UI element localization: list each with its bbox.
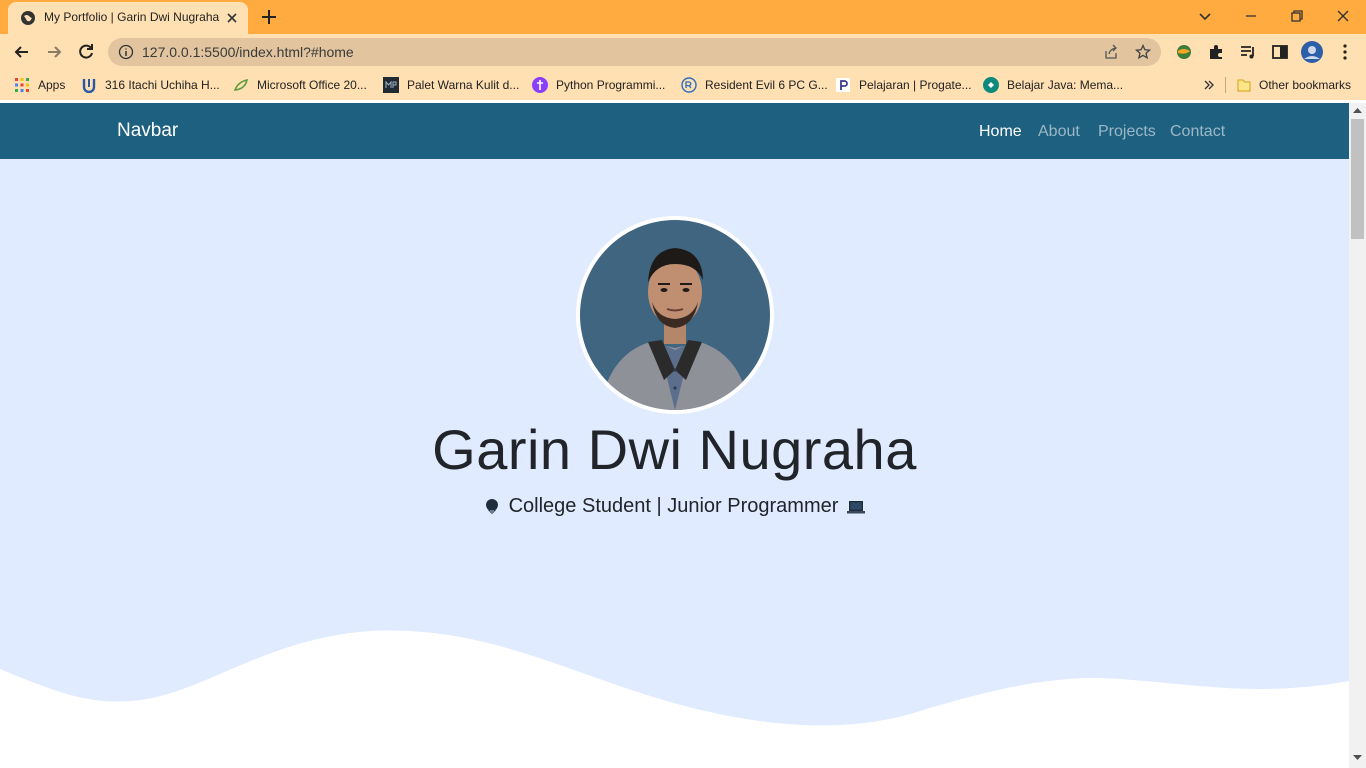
bookmark-itachi[interactable]: 316 Itachi Uchiha H...: [81, 76, 220, 94]
bookmark-palet-warna[interactable]: Palet Warna Kulit d...: [383, 76, 519, 94]
extension-globe-icon[interactable]: [1174, 42, 1194, 62]
mp-logo-icon: [383, 77, 399, 93]
hero-name: Garin Dwi Nugraha: [432, 418, 917, 481]
minimize-icon[interactable]: [1241, 6, 1261, 26]
tab-search-chevron-icon[interactable]: [1195, 6, 1215, 26]
bookmark-microsoft-office[interactable]: Microsoft Office 20...: [233, 76, 367, 94]
graduate-icon: [485, 498, 498, 514]
profile-photo: [576, 216, 774, 414]
progate-logo-icon: [836, 78, 850, 92]
forward-arrow-icon[interactable]: [44, 42, 64, 62]
page-viewport: Navbar Home About Projects Contact Garin…: [0, 103, 1349, 768]
java-logo-icon: [983, 77, 999, 93]
active-tab[interactable]: My Portfolio | Garin Dwi Nugraha: [8, 2, 248, 34]
bookmark-resident-evil[interactable]: Resident Evil 6 PC G...: [681, 76, 828, 94]
puzzle-extensions-icon[interactable]: [1206, 42, 1226, 62]
media-queue-icon[interactable]: [1238, 42, 1258, 62]
bookmark-other[interactable]: Other bookmarks: [1236, 76, 1351, 94]
bookmarks-bar: Apps 316 Itachi Uchiha H... Microsoft Of…: [0, 70, 1366, 100]
back-arrow-icon[interactable]: [12, 42, 32, 62]
browser-toolbar: 127.0.0.1:5500/index.html?#home: [0, 34, 1366, 70]
browser-tab-strip: My Portfolio | Garin Dwi Nugraha: [0, 0, 1366, 34]
bookmark-apps[interactable]: Apps: [14, 76, 65, 94]
hero-section: Garin Dwi Nugraha College Student | Juni…: [0, 159, 1349, 768]
hero-wave-divider: [0, 630, 1349, 768]
bookmark-progate[interactable]: Pelajaran | Progate...: [835, 76, 972, 94]
more-menu-icon[interactable]: [1335, 42, 1355, 62]
more-bookmarks-chevron-icon[interactable]: [1203, 79, 1215, 91]
globe-icon: [21, 11, 35, 25]
nav-link-about[interactable]: About: [1038, 123, 1080, 141]
new-tab-icon[interactable]: [260, 8, 278, 26]
nav-link-projects[interactable]: Projects: [1098, 123, 1156, 141]
nav-link-contact[interactable]: Contact: [1170, 123, 1225, 141]
restore-icon[interactable]: [1287, 6, 1307, 26]
share-icon[interactable]: [1103, 44, 1119, 60]
profile-portrait: [580, 220, 770, 410]
scrollbar-thumb[interactable]: [1351, 119, 1364, 239]
page-scrollbar[interactable]: [1349, 103, 1366, 768]
address-bar[interactable]: 127.0.0.1:5500/index.html?#home: [108, 38, 1161, 66]
laptop-icon: [847, 500, 866, 513]
url-text[interactable]: 127.0.0.1:5500/index.html?#home: [142, 44, 354, 60]
side-panel-icon[interactable]: [1270, 42, 1290, 62]
bookmarks-divider: [1225, 77, 1226, 93]
python-logo-icon: [532, 77, 548, 93]
u-logo-icon: [82, 79, 96, 93]
profile-avatar-icon[interactable]: [1300, 40, 1324, 64]
close-window-icon[interactable]: [1333, 6, 1353, 26]
reload-icon[interactable]: [76, 42, 96, 62]
nav-link-home[interactable]: Home: [979, 123, 1022, 141]
scroll-down-arrow-icon[interactable]: [1353, 755, 1362, 761]
hero-subtitle-text: College Student | Junior Programmer: [508, 495, 839, 517]
apps-grid-icon: [15, 78, 29, 92]
scroll-up-arrow-icon[interactable]: [1353, 107, 1362, 113]
re-logo-icon: [681, 77, 697, 93]
bookmark-python[interactable]: Python Programmi...: [532, 76, 665, 94]
tab-title: My Portfolio | Garin Dwi Nugraha: [44, 10, 220, 24]
site-navbar: Navbar Home About Projects Contact: [0, 103, 1349, 159]
close-tab-icon[interactable]: [224, 10, 240, 26]
folder-icon: [1237, 79, 1251, 92]
site-info-icon[interactable]: [118, 44, 134, 60]
star-bookmark-icon[interactable]: [1135, 44, 1151, 60]
leaf-icon: [233, 78, 249, 91]
hero-subtitle: College Student | Junior Programmer: [0, 495, 1349, 518]
navbar-brand[interactable]: Navbar: [117, 120, 178, 142]
bookmark-belajar-java[interactable]: Belajar Java: Mema...: [983, 76, 1123, 94]
